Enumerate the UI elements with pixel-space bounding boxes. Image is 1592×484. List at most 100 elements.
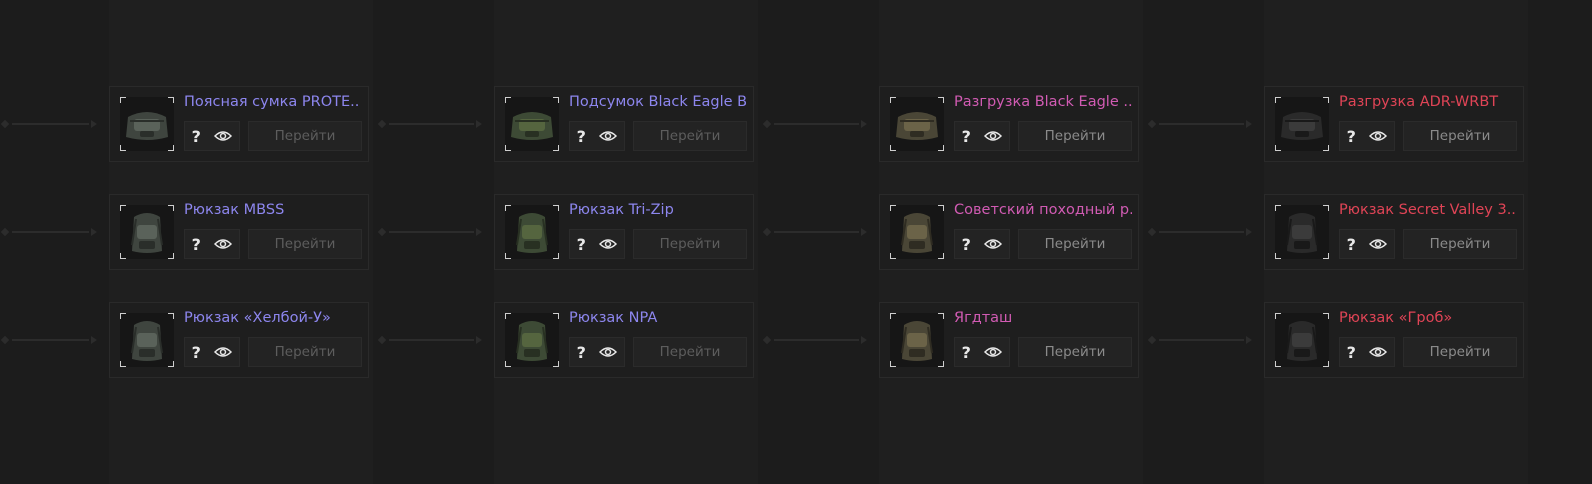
eye-icon[interactable] (599, 343, 618, 362)
eye-icon[interactable] (1369, 343, 1388, 362)
help-icon[interactable]: ? (577, 127, 586, 146)
backpack-icon (505, 313, 559, 367)
corner-bracket (1275, 205, 1281, 211)
connector-start-icon (0, 335, 10, 345)
connector-start-icon (762, 227, 772, 237)
info-actions: ? (954, 337, 1010, 367)
help-icon[interactable]: ? (1347, 235, 1356, 254)
help-icon[interactable]: ? (1347, 127, 1356, 146)
connector-arrow-icon (861, 228, 867, 236)
connector-line (1159, 123, 1244, 125)
go-button[interactable]: Перейти (1403, 229, 1517, 259)
corner-bracket (890, 313, 896, 319)
connector-line (389, 231, 474, 233)
corner-bracket (1275, 145, 1281, 151)
corner-bracket (120, 313, 126, 319)
connector-arrow-icon (1246, 120, 1252, 128)
go-button[interactable]: Перейти (248, 121, 362, 151)
connector-line (389, 123, 474, 125)
connector-line (389, 339, 474, 341)
corner-bracket (553, 313, 559, 319)
help-icon[interactable]: ? (962, 127, 971, 146)
item-card: Подсумок Black Eagle B..? Перейти (494, 86, 754, 162)
corner-bracket (120, 205, 126, 211)
go-button[interactable]: Перейти (1018, 229, 1132, 259)
corner-bracket (553, 205, 559, 211)
eye-icon[interactable] (984, 127, 1003, 146)
item-title[interactable]: Рюкзак «Хелбой-У» (184, 309, 362, 327)
info-actions: ? (1339, 337, 1395, 367)
connector-start-icon (377, 227, 387, 237)
eye-icon[interactable] (1369, 127, 1388, 146)
eye-icon[interactable] (984, 235, 1003, 254)
connector-start-icon (0, 227, 10, 237)
item-title[interactable]: Подсумок Black Eagle B.. (569, 93, 747, 111)
help-icon[interactable]: ? (962, 235, 971, 254)
corner-bracket (938, 145, 944, 151)
help-icon[interactable]: ? (577, 343, 586, 362)
info-actions: ? (569, 121, 625, 151)
go-button[interactable]: Перейти (1018, 121, 1132, 151)
info-actions: ? (569, 229, 625, 259)
info-actions: ? (569, 337, 625, 367)
info-actions: ? (1339, 229, 1395, 259)
item-title[interactable]: Рюкзак Secret Valley 3.. (1339, 201, 1517, 219)
go-button[interactable]: Перейти (633, 337, 747, 367)
go-button[interactable]: Перейти (633, 229, 747, 259)
go-button[interactable]: Перейти (1018, 337, 1132, 367)
help-icon[interactable]: ? (577, 235, 586, 254)
help-icon[interactable]: ? (1347, 343, 1356, 362)
item-card: Разгрузка Black Eagle ..? Перейти (879, 86, 1139, 162)
eye-icon[interactable] (214, 343, 233, 362)
item-title[interactable]: Рюкзак Tri-Zip (569, 201, 747, 219)
item-card: Разгрузка ADR-WRBT? Перейти (1264, 86, 1524, 162)
backpack-icon (1275, 313, 1329, 367)
corner-bracket (1323, 97, 1329, 103)
corner-bracket (168, 97, 174, 103)
item-title[interactable]: Ягдташ (954, 309, 1132, 327)
go-button[interactable]: Перейти (248, 337, 362, 367)
help-icon[interactable]: ? (192, 235, 201, 254)
help-icon[interactable]: ? (192, 343, 201, 362)
item-title[interactable]: Поясная сумка PROTE.. (184, 93, 362, 111)
corner-bracket (890, 145, 896, 151)
eye-icon[interactable] (599, 235, 618, 254)
eye-icon[interactable] (214, 127, 233, 146)
hunting-bag-icon (890, 313, 944, 367)
connector-arrow-icon (476, 336, 482, 344)
backpack-icon (120, 205, 174, 259)
corner-bracket (1275, 313, 1281, 319)
item-title[interactable]: Рюкзак MBSS (184, 201, 362, 219)
eye-icon[interactable] (214, 235, 233, 254)
item-title[interactable]: Рюкзак «Гроб» (1339, 309, 1517, 327)
item-title[interactable]: Рюкзак NPA (569, 309, 747, 327)
go-button[interactable]: Перейти (1403, 121, 1517, 151)
item-title[interactable]: Советский походный р.. (954, 201, 1132, 219)
item-title[interactable]: Разгрузка ADR-WRBT (1339, 93, 1517, 111)
go-button[interactable]: Перейти (248, 229, 362, 259)
connector-start-icon (1147, 227, 1157, 237)
corner-bracket (1275, 253, 1281, 259)
item-card: Рюкзак NPA? Перейти (494, 302, 754, 378)
backpack-icon (505, 205, 559, 259)
item-card: Ягдташ? Перейти (879, 302, 1139, 378)
eye-icon[interactable] (1369, 235, 1388, 254)
connector-start-icon (377, 335, 387, 345)
corner-bracket (505, 97, 511, 103)
corner-bracket (505, 361, 511, 367)
connector-arrow-icon (91, 120, 97, 128)
item-card: Рюкзак «Гроб»? Перейти (1264, 302, 1524, 378)
corner-bracket (553, 145, 559, 151)
corner-bracket (1323, 313, 1329, 319)
chest-rig-icon (890, 97, 944, 151)
item-card: Рюкзак MBSS? Перейти (109, 194, 369, 270)
help-icon[interactable]: ? (192, 127, 201, 146)
eye-icon[interactable] (599, 127, 618, 146)
go-button[interactable]: Перейти (1403, 337, 1517, 367)
go-button[interactable]: Перейти (633, 121, 747, 151)
info-actions: ? (954, 229, 1010, 259)
item-title[interactable]: Разгрузка Black Eagle .. (954, 93, 1132, 111)
connector-line (774, 339, 859, 341)
eye-icon[interactable] (984, 343, 1003, 362)
help-icon[interactable]: ? (962, 343, 971, 362)
